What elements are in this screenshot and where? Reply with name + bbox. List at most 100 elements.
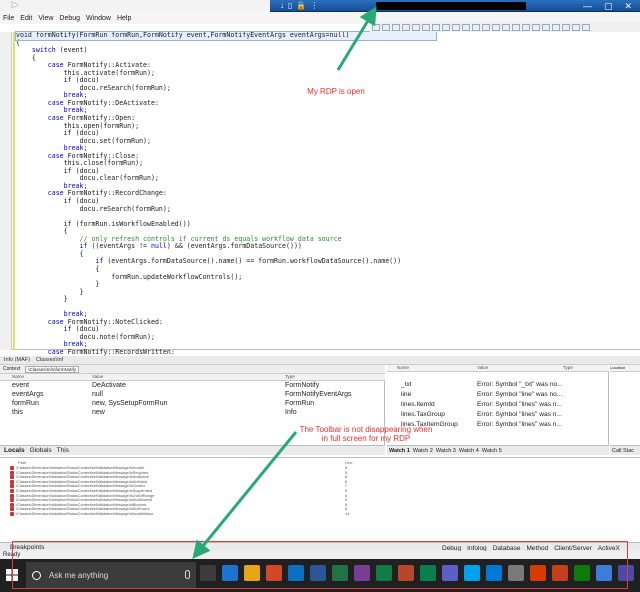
doc-tab-class[interactable]: Classes\Inf — [36, 357, 63, 363]
code-line[interactable]: } — [16, 295, 436, 304]
breakpoint-row[interactable]: \Classes\DimensionValidation\StatusConte… — [10, 512, 410, 517]
menu-window[interactable]: Window — [86, 15, 111, 22]
toolbar-button[interactable] — [532, 23, 540, 31]
locals-row[interactable]: eventArgs null FormNotifyEventArgs — [0, 390, 385, 399]
watch-col-name[interactable]: Name — [397, 365, 409, 370]
breakpoints-pane: Path Line \Classes\DimensionValidation\S… — [0, 457, 640, 552]
breakpoint-icon[interactable] — [10, 502, 14, 507]
code-line[interactable]: void formNotify(FormRun formRun,FormNoti… — [15, 31, 437, 41]
doc-tab-info[interactable]: Info (MAF) — [4, 357, 30, 363]
locals-context-bar: Context \Classes\Info\formNotify — [0, 365, 385, 374]
breakpoint-icon[interactable] — [10, 512, 14, 516]
bp-col-path[interactable]: Path — [18, 460, 26, 465]
toolbar-button[interactable] — [412, 23, 420, 31]
callstack-header[interactable]: Location — [610, 365, 640, 372]
breakpoint-path: \Classes\DimensionValidation\StatusConte… — [16, 489, 152, 493]
breakpoint-icon[interactable] — [10, 507, 14, 512]
breakpoint-icon[interactable] — [10, 498, 14, 503]
locals-cell-value: new, SysSetupFormRun — [92, 400, 168, 407]
watch-cell-value: Error: Symbol "_txt" was no... — [477, 381, 563, 388]
toolbar-button[interactable] — [472, 23, 480, 31]
watch-row[interactable]: lines.TaxGroup Error: Symbol "lines" was … — [387, 410, 609, 420]
watch-cell-name: lines.TaxGroup — [401, 411, 445, 418]
bp-col-line[interactable]: Line — [345, 460, 353, 465]
toolbar-button[interactable] — [432, 23, 440, 31]
breakpoint-icon[interactable] — [10, 470, 14, 475]
toolbar-button[interactable] — [492, 23, 500, 31]
locals-col-name[interactable]: Name — [12, 374, 24, 379]
watch-col-type[interactable]: Type — [563, 365, 573, 370]
rdp-minimize-button[interactable]: — — [583, 0, 592, 12]
rdp-lock-icon: 🔒 — [296, 1, 307, 10]
tab-watch-2[interactable]: Watch 2 — [413, 448, 433, 454]
tab-call-stack[interactable]: Call Stac — [610, 445, 640, 455]
watch-row[interactable]: line Error: Symbol "line" was no... — [387, 390, 609, 400]
toolbar-button[interactable] — [382, 23, 390, 31]
toolbar-button[interactable] — [502, 23, 510, 31]
toolbar-button[interactable] — [582, 23, 590, 31]
tab-locals[interactable]: Locals — [4, 447, 25, 454]
tab-watch-3[interactable]: Watch 3 — [436, 448, 456, 454]
toolbar-button[interactable] — [392, 23, 400, 31]
rdp-signal-icon: ▯ — [288, 1, 293, 10]
rdp-hostname-redacted — [376, 2, 526, 10]
watch-row[interactable]: _txt Error: Symbol "_txt" was no... — [387, 380, 609, 390]
code-line[interactable]: } — [16, 288, 436, 297]
code-line[interactable]: switch (event) — [16, 46, 436, 55]
context-dropdown[interactable]: \Classes\Info\formNotify — [25, 365, 79, 373]
tab-this[interactable]: This — [57, 447, 69, 454]
toolbar-button[interactable] — [442, 23, 450, 31]
callstack-pane: Location Call Stac — [610, 365, 640, 455]
tab-globals[interactable]: Globals — [30, 447, 52, 454]
rdp-more-icon[interactable]: ⋮ — [310, 1, 318, 11]
code-line[interactable]: if (formRun.isWorkflowEnabled()) — [16, 220, 436, 229]
locals-cell-type: Info — [285, 409, 297, 416]
rdp-connection-bar[interactable]: ↓ ▯ 🔒 ⋮ — ▢ ✕ — [270, 0, 640, 12]
code-line[interactable]: docu.reSearch(formRun); — [16, 205, 436, 214]
locals-row[interactable]: this new Info — [0, 408, 385, 417]
menu-file[interactable]: File — [3, 15, 14, 22]
toolbar-button[interactable] — [402, 23, 410, 31]
watch-row[interactable]: lines.ItemId Error: Symbol "lines" was n.… — [387, 400, 609, 410]
watch-col-value[interactable]: Value — [477, 365, 488, 370]
menu-help[interactable]: Help — [117, 15, 131, 22]
rdp-restore-button[interactable]: ▢ — [604, 0, 613, 12]
locals-row[interactable]: event DeActivate FormNotify — [0, 381, 385, 390]
rdp-pin-icon[interactable]: ↓ — [280, 1, 284, 11]
breakpoint-icon[interactable] — [10, 475, 14, 480]
breakpoint-icon[interactable] — [10, 489, 14, 493]
toolbar-button[interactable] — [522, 23, 530, 31]
toolbar-button[interactable] — [372, 23, 380, 31]
tab-watch-5[interactable]: Watch 5 — [482, 448, 502, 454]
change-marker — [13, 32, 15, 350]
locals-cell-name: eventArgs — [12, 391, 44, 398]
menu-edit[interactable]: Edit — [20, 15, 32, 22]
breakpoint-icon[interactable] — [10, 466, 14, 470]
toolbar-button[interactable] — [422, 23, 430, 31]
breakpoint-icon[interactable] — [10, 493, 14, 498]
watch-cell-value: Error: Symbol "lines" was n... — [477, 411, 562, 418]
menu-debug[interactable]: Debug — [59, 15, 80, 22]
toolbar-button[interactable] — [562, 23, 570, 31]
rdp-close-button[interactable]: ✕ — [624, 0, 632, 12]
toolbar-button[interactable] — [482, 23, 490, 31]
locals-col-type[interactable]: Type — [285, 374, 295, 379]
debug-toolbar — [370, 22, 640, 32]
tab-watch-1[interactable]: Watch 1 — [389, 448, 410, 454]
toolbar-button[interactable] — [572, 23, 580, 31]
locals-row[interactable]: formRun new, SysSetupFormRun FormRun — [0, 399, 385, 408]
toolbar-button[interactable] — [512, 23, 520, 31]
tab-watch-4[interactable]: Watch 4 — [459, 448, 479, 454]
code-editor[interactable]: void formNotify(FormRun formRun,FormNoti… — [0, 24, 640, 363]
toolbar-button[interactable] — [552, 23, 560, 31]
locals-cell-type: FormNotifyEventArgs — [285, 391, 352, 398]
breakpoint-icon[interactable] — [10, 484, 14, 489]
toolbar-button[interactable] — [452, 23, 460, 31]
breakpoint-icon[interactable] — [10, 479, 14, 484]
code-text[interactable]: void formNotify(FormRun formRun,FormNoti… — [15, 31, 437, 364]
toolbar-button[interactable] — [542, 23, 550, 31]
menu-view[interactable]: View — [38, 15, 53, 22]
editor-gutter[interactable] — [0, 32, 12, 350]
locals-col-value[interactable]: Value — [92, 374, 103, 379]
toolbar-button[interactable] — [462, 23, 470, 31]
